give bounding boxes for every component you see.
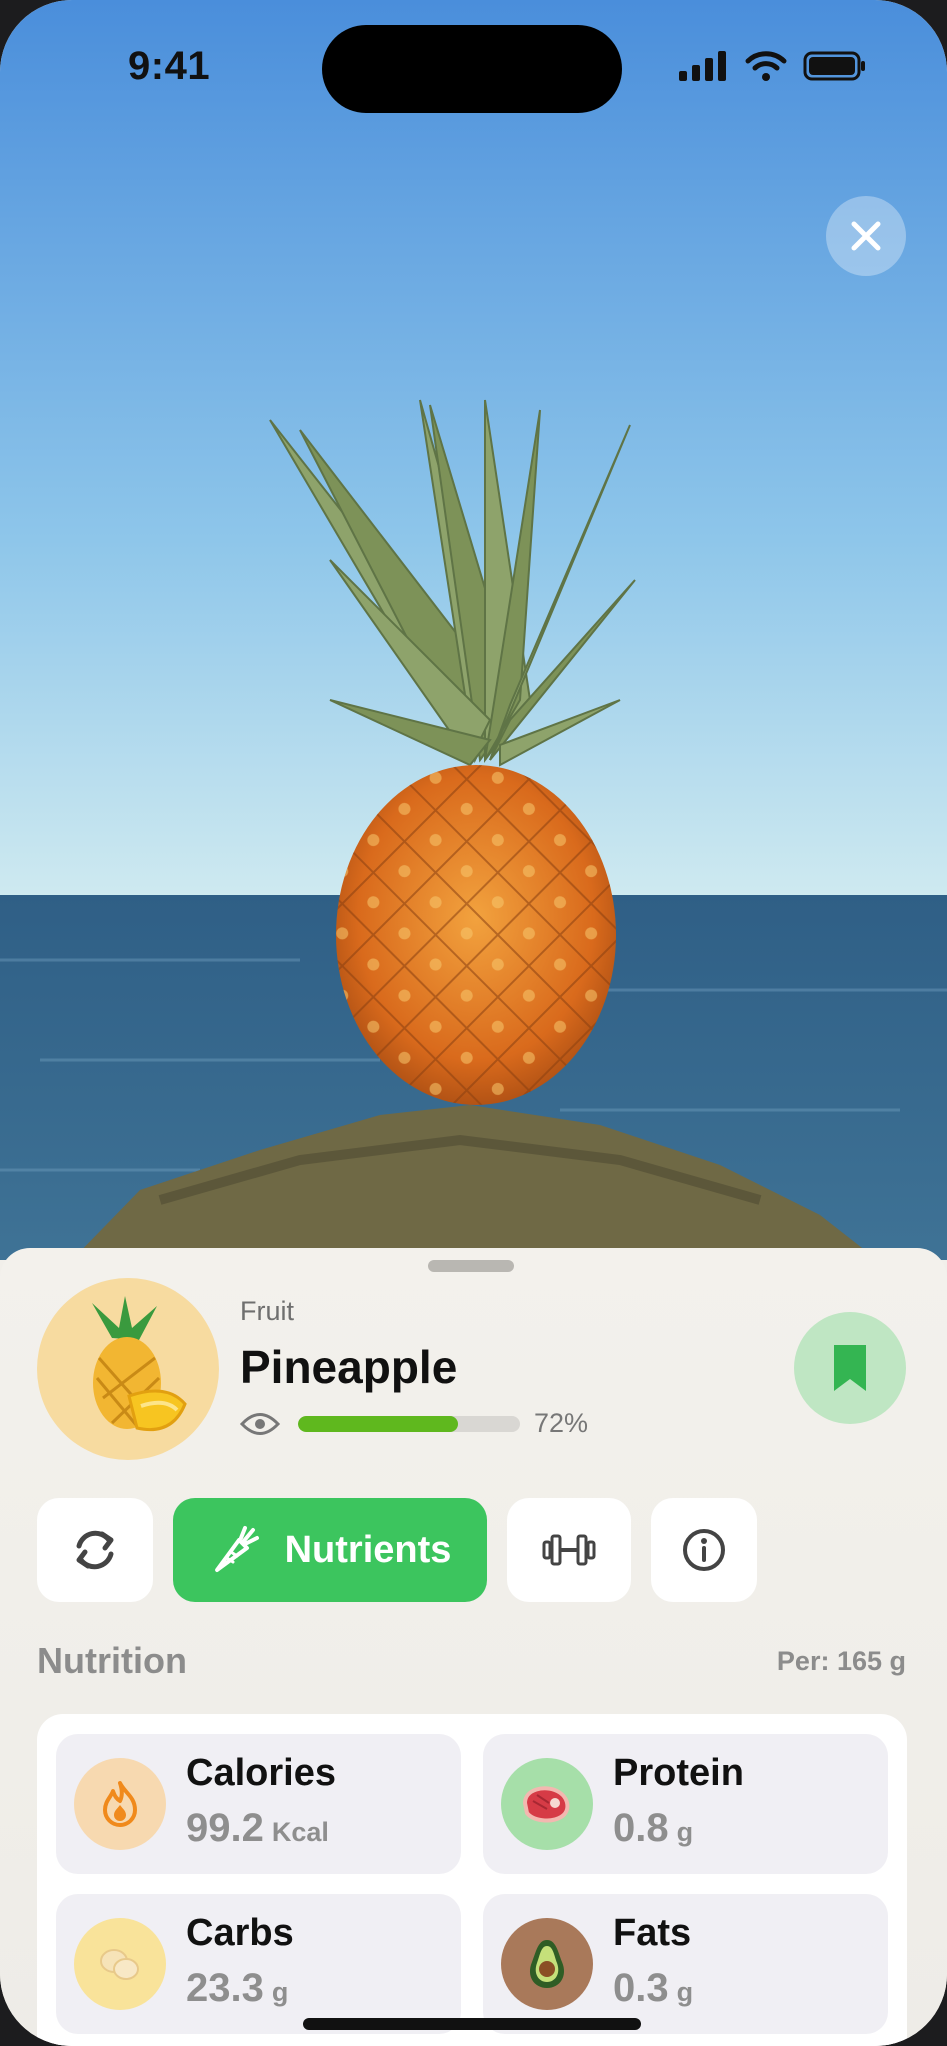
bookmark-button[interactable] xyxy=(794,1312,906,1424)
protein-icon-bg xyxy=(501,1758,593,1850)
dumbbell-icon xyxy=(542,1534,596,1566)
status-icons xyxy=(679,50,867,82)
nutrient-name: Calories xyxy=(186,1752,336,1794)
home-indicator[interactable] xyxy=(303,2018,641,2030)
bookmark-icon xyxy=(834,1345,866,1391)
nutrient-name: Fats xyxy=(613,1912,692,1954)
steak-icon xyxy=(522,1786,570,1823)
food-photo xyxy=(0,0,947,1260)
nutrient-value: 99.2 Kcal xyxy=(186,1806,329,1850)
signal-icon xyxy=(679,51,726,81)
close-icon xyxy=(851,221,881,251)
tab-info[interactable] xyxy=(651,1498,757,1602)
info-icon xyxy=(683,1529,725,1571)
battery-icon xyxy=(803,51,865,81)
food-name: Pineapple xyxy=(240,1341,458,1393)
flame-icon xyxy=(103,1781,137,1827)
tab-refresh[interactable] xyxy=(37,1498,153,1602)
nutrition-card: Calories 99.2 Kcal Protein 0.8 g Carbs 2… xyxy=(37,1714,907,2046)
nutrient-value: 0.3 g xyxy=(613,1966,694,2010)
sheet-grabber[interactable] xyxy=(428,1260,514,1272)
close-button[interactable] xyxy=(826,196,906,276)
confidence-bar-fill xyxy=(298,1415,458,1432)
tab-nutrients-label: Nutrients xyxy=(284,1528,452,1571)
nutrient-value: 0.8 g xyxy=(613,1806,694,1850)
carbs-icon-bg xyxy=(74,1918,166,2010)
calories-icon-bg xyxy=(74,1758,166,1850)
carrot-icon xyxy=(214,1526,259,1572)
eye-icon xyxy=(240,1412,280,1435)
confidence-row: 72% xyxy=(240,1408,588,1439)
confidence-bar xyxy=(298,1415,520,1432)
refresh-icon xyxy=(76,1530,114,1570)
confidence-label: 72% xyxy=(534,1408,589,1438)
nutrient-value: 23.3 g xyxy=(186,1966,289,2010)
tab-nutrients[interactable]: Nutrients xyxy=(173,1498,487,1602)
food-category: Fruit xyxy=(240,1296,294,1326)
potato-icon xyxy=(100,1949,139,1980)
tab-fitness[interactable] xyxy=(507,1498,631,1602)
food-detail-sheet: Fruit Pineapple 72% Nutrients Nutrition … xyxy=(0,1248,947,2046)
status-time: 9:41 xyxy=(128,44,211,88)
nutrient-calories[interactable]: Calories 99.2 Kcal xyxy=(56,1734,461,1874)
dynamic-island xyxy=(322,25,622,113)
wifi-icon xyxy=(745,51,787,81)
nutrient-protein[interactable]: Protein 0.8 g xyxy=(483,1734,888,1874)
nutrient-carbs[interactable]: Carbs 23.3 g xyxy=(56,1894,461,2034)
pineapple-icon xyxy=(92,1296,187,1432)
serving-size: Per: 165 g xyxy=(776,1646,906,1676)
fats-icon-bg xyxy=(501,1918,593,2010)
nutrition-title: Nutrition xyxy=(37,1640,187,1681)
nutrient-name: Protein xyxy=(613,1752,744,1794)
avocado-icon xyxy=(529,1940,565,1988)
nutrient-name: Carbs xyxy=(186,1912,294,1954)
food-avatar xyxy=(37,1278,219,1460)
phone-screen: 9:41 Fruit Pineapple 72% Nutrients Nutri… xyxy=(0,0,947,2046)
nutrient-fats[interactable]: Fats 0.3 g xyxy=(483,1894,888,2034)
